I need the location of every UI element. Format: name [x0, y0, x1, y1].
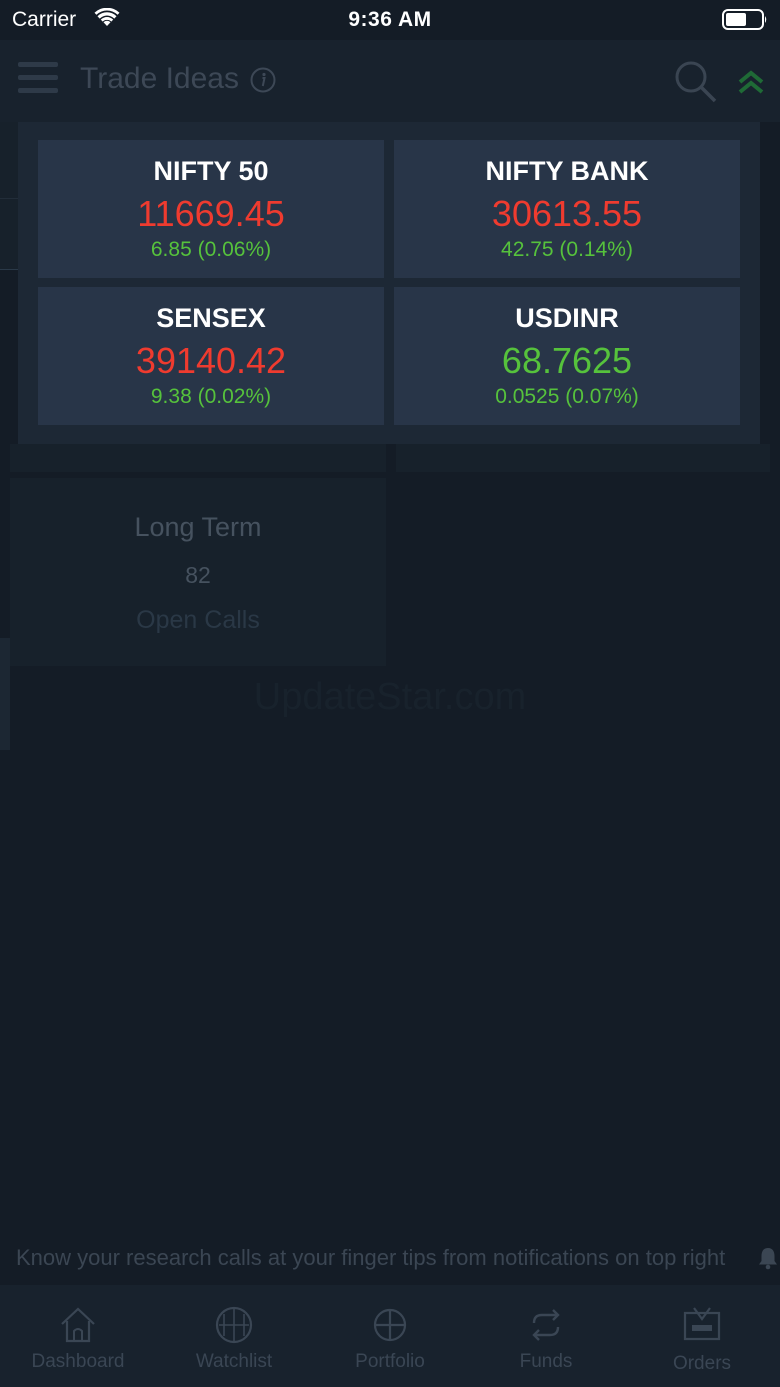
tab-bar: Dashboard Watchlist Portfolio Funds Orde… — [0, 1285, 780, 1387]
index-change: 9.38 (0.02%) — [150, 385, 272, 408]
hamburger-menu-icon[interactable] — [18, 62, 58, 98]
notification-hint: Know your research calls at your finger … — [0, 1242, 780, 1278]
tab-funds[interactable]: Funds — [468, 1285, 624, 1387]
home-icon — [61, 1307, 95, 1343]
index-tile-sensex[interactable]: SENSEX 39140.42 9.38 (0.02%) — [38, 287, 384, 425]
divider — [0, 198, 20, 199]
double-chevron-up-icon[interactable] — [736, 68, 766, 98]
long-term-count: 82 — [185, 562, 211, 588]
index-change: 6.85 (0.06%) — [150, 238, 272, 261]
background-card-edge — [396, 444, 770, 472]
orders-icon — [683, 1307, 721, 1341]
index-name: NIFTY 50 — [153, 156, 269, 186]
hint-text: Know your research calls at your finger … — [16, 1245, 726, 1270]
watchlist-icon — [215, 1306, 253, 1344]
index-tile-nifty50[interactable]: NIFTY 50 11669.45 6.85 (0.06%) — [38, 140, 384, 278]
app-header: Trade Ideas — [0, 40, 780, 122]
tab-label: Portfolio — [355, 1351, 425, 1372]
index-name: NIFTY BANK — [485, 156, 649, 186]
open-calls-label: Open Calls — [136, 606, 260, 634]
tab-orders[interactable]: Orders — [624, 1285, 780, 1387]
index-value: 68.7625 — [501, 340, 633, 381]
index-name: SENSEX — [156, 303, 266, 333]
tab-label: Orders — [672, 1353, 732, 1374]
page-title: Trade Ideas — [80, 62, 239, 95]
long-term-card[interactable]: Long Term 82 Open Calls — [10, 478, 386, 666]
portfolio-icon — [373, 1308, 407, 1342]
index-name: USDINR — [515, 303, 619, 333]
info-icon[interactable] — [250, 67, 276, 93]
divider — [0, 269, 20, 270]
index-value: 39140.42 — [135, 340, 287, 381]
tab-watchlist[interactable]: Watchlist — [156, 1285, 312, 1387]
tab-label: Watchlist — [195, 1351, 273, 1372]
bell-icon[interactable] — [757, 1246, 779, 1270]
watermark: UpdateStar.com — [253, 676, 527, 718]
background-card-edge — [10, 444, 386, 472]
funds-icon — [532, 1309, 560, 1341]
index-change: 42.75 (0.14%) — [501, 238, 633, 261]
tab-label: Funds — [519, 1351, 573, 1372]
search-icon[interactable] — [672, 58, 718, 104]
tab-dashboard[interactable]: Dashboard — [0, 1285, 156, 1387]
index-tile-usdinr[interactable]: USDINR 68.7625 0.0525 (0.07%) — [394, 287, 740, 425]
battery-icon — [722, 9, 767, 30]
index-change: 0.0525 (0.07%) — [495, 385, 639, 408]
long-term-title: Long Term — [134, 512, 262, 542]
status-bar: Carrier 9:36 AM — [0, 0, 780, 40]
status-time: 9:36 AM — [348, 8, 432, 31]
index-value: 11669.45 — [137, 193, 285, 234]
index-value: 30613.55 — [491, 193, 643, 234]
market-indices-popup: NIFTY 50 11669.45 6.85 (0.06%) NIFTY BAN… — [18, 122, 760, 444]
index-tile-niftybank[interactable]: NIFTY BANK 30613.55 42.75 (0.14%) — [394, 140, 740, 278]
tab-portfolio[interactable]: Portfolio — [312, 1285, 468, 1387]
tab-label: Dashboard — [31, 1351, 125, 1372]
